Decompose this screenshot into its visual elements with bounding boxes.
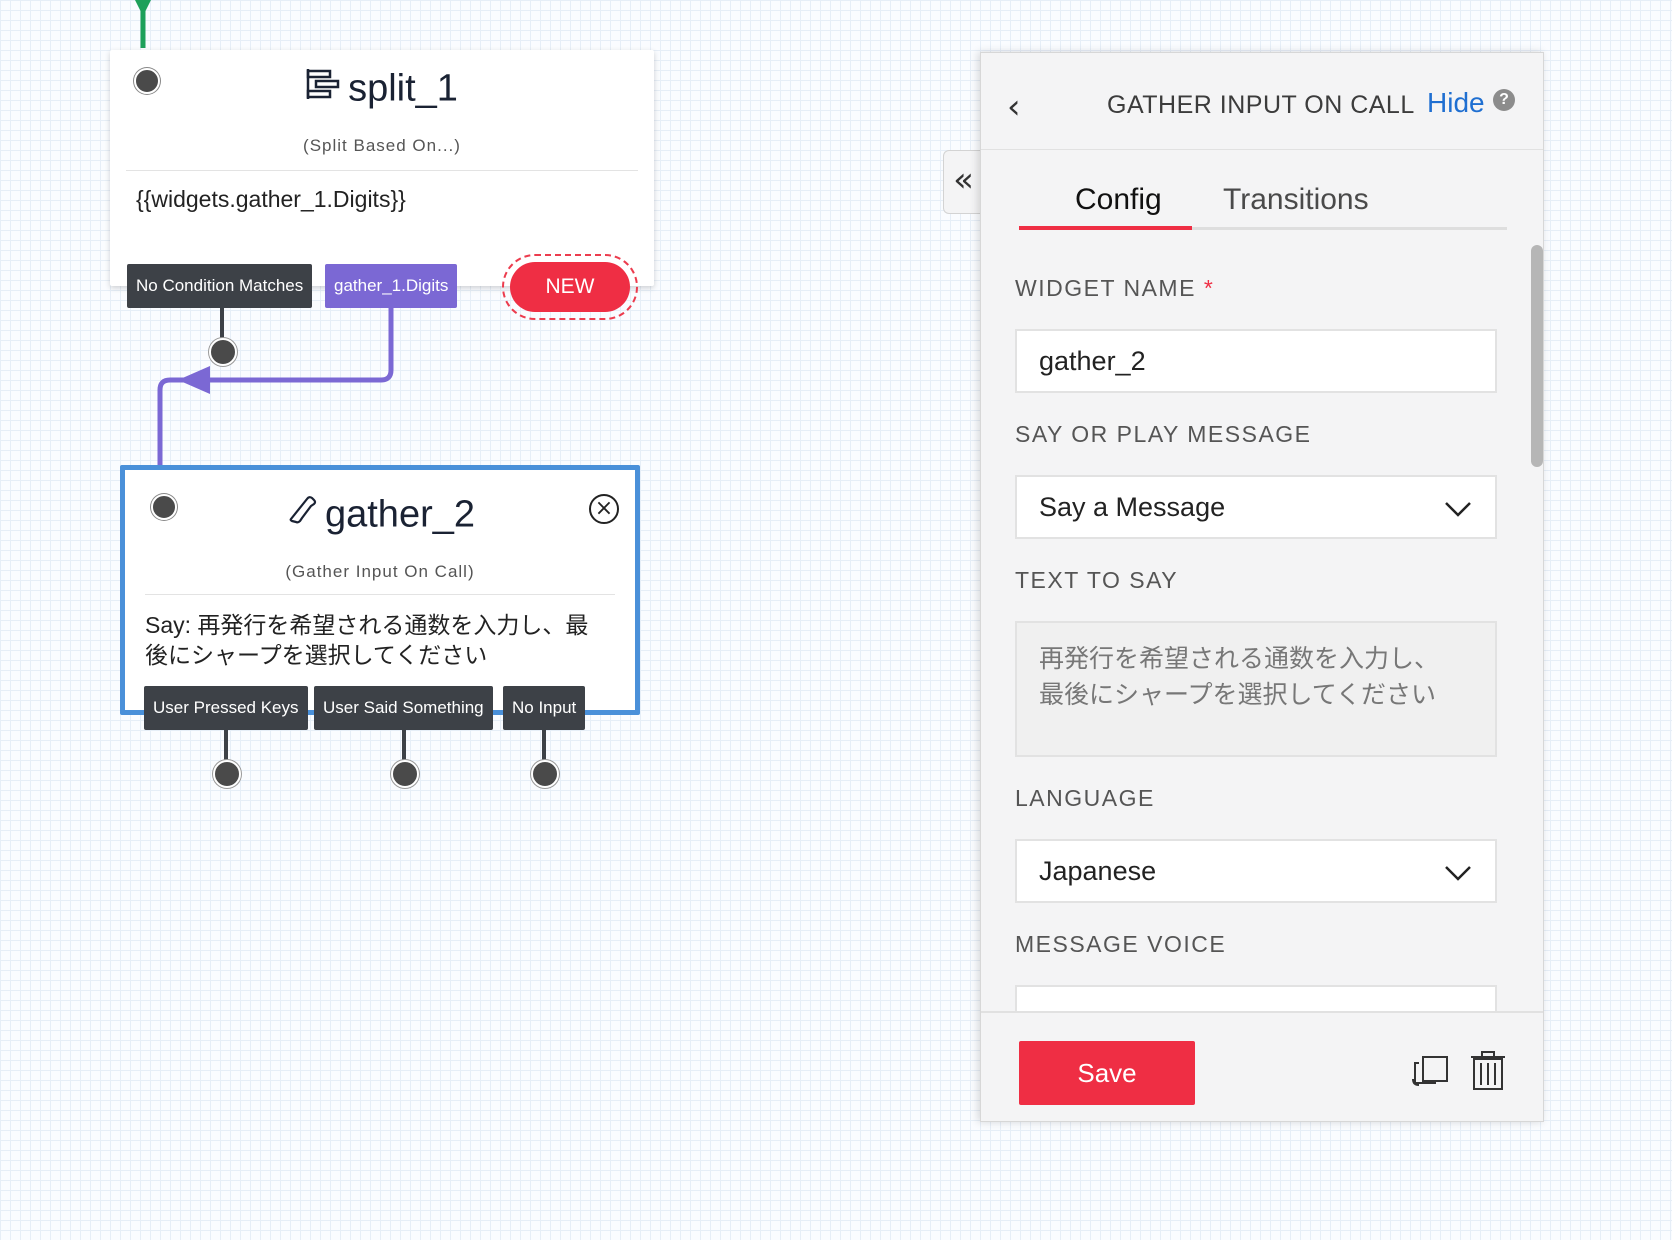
widget-name-value: gather_2 [1039,346,1146,376]
split-widget[interactable]: split_1 (Split Based On...) {{widgets.ga… [110,50,654,286]
text-to-say-label: TEXT TO SAY [1015,567,1179,593]
digits-connection-arrow [178,366,210,394]
text-to-say-line1: 再発行を希望される通数を入力し、 [1039,645,1440,673]
panel-title: GATHER INPUT ON CALL [1107,91,1415,119]
dropdown-chevron-icon [1443,495,1473,526]
panel-scrollbar[interactable] [1531,245,1543,467]
say-or-play-value: Say a Message [1039,492,1226,522]
phone-icon [285,493,317,537]
help-icon[interactable]: ? [1493,89,1515,111]
split-icon [306,67,340,111]
language-label: LANGUAGE [1015,785,1155,811]
transition-output-dot[interactable] [213,760,241,788]
duplicate-icon[interactable] [1411,1051,1451,1094]
gather-body-line2: 後にシャープを選択してください [145,642,488,668]
required-marker: * [1203,275,1215,301]
gather-divider [145,594,615,595]
text-to-say-textarea[interactable]: 再発行を希望される通数を入力し、 最後にシャープを選択してください [1015,621,1497,757]
transition-no-input[interactable]: No Input [503,686,586,730]
transition-user-said-something[interactable]: User Said Something [314,686,493,730]
tab-transitions[interactable]: Transitions [1223,183,1369,217]
transition-output-dot[interactable] [391,760,419,788]
transition-gather-digits[interactable]: gather_1.Digits [325,264,458,308]
new-transition-button[interactable]: NEW [502,254,638,320]
close-circle-icon[interactable]: × [589,494,619,524]
say-or-play-label: SAY OR PLAY MESSAGE [1015,421,1312,447]
gather-widget-subtitle: (Gather Input On Call) [285,562,475,581]
active-tab-indicator [1019,226,1192,230]
panel-header: ‹ GATHER INPUT ON CALL Hide ? [981,53,1543,150]
hide-panel-link[interactable]: Hide [1427,87,1485,119]
transition-output-dot[interactable] [531,760,559,788]
transition-user-pressed-keys[interactable]: User Pressed Keys [144,686,308,730]
gather-widget-title: gather_2 [125,492,635,537]
say-or-play-select[interactable]: Say a Message [1015,475,1497,539]
language-value: Japanese [1039,856,1157,886]
back-chevron-icon[interactable]: ‹ [1007,87,1021,127]
split-title-text: split_1 [348,67,458,110]
gather-widget-body: Say: 再発行を希望される通数を入力し、最 後にシャープを選択してください [145,610,588,670]
split-widget-title: split_1 [110,66,654,111]
gather-title-text: gather_2 [324,493,475,536]
transition-no-condition-matches[interactable]: No Condition Matches [127,264,313,308]
digits-connection-line [157,308,394,470]
tab-config[interactable]: Config [1075,183,1162,217]
widget-name-label: WIDGET NAME * [1015,275,1215,301]
message-voice-label: MESSAGE VOICE [1015,931,1227,957]
collapse-icon[interactable]: « [943,150,983,214]
text-to-say-line2: 最後にシャープを選択してください [1039,681,1437,709]
split-widget-body: {{widgets.gather_1.Digits}} [136,186,406,212]
widget-name-input[interactable]: gather_2 [1015,329,1497,393]
panel-tabs: Config Transitions [1019,181,1507,230]
gather-widget[interactable]: gather_2 × (Gather Input On Call) Say: 再… [120,465,640,715]
dropdown-chevron-icon [1443,859,1473,890]
panel-footer: Save [981,1011,1543,1121]
split-divider [126,170,638,171]
incoming-connection-arrow [135,0,151,16]
gather-body-line1: Say: 再発行を希望される通数を入力し、最 [145,612,589,638]
split-widget-subtitle: (Split Based On...) [303,136,461,155]
save-button[interactable]: Save [1019,1041,1195,1105]
trash-icon[interactable] [1469,1051,1507,1096]
widget-config-panel: ‹ GATHER INPUT ON CALL Hide ? Config Tra… [980,52,1544,1122]
transition-output-dot[interactable] [209,338,237,366]
new-transition-label: NEW [510,262,630,312]
language-select[interactable]: Japanese [1015,839,1497,903]
